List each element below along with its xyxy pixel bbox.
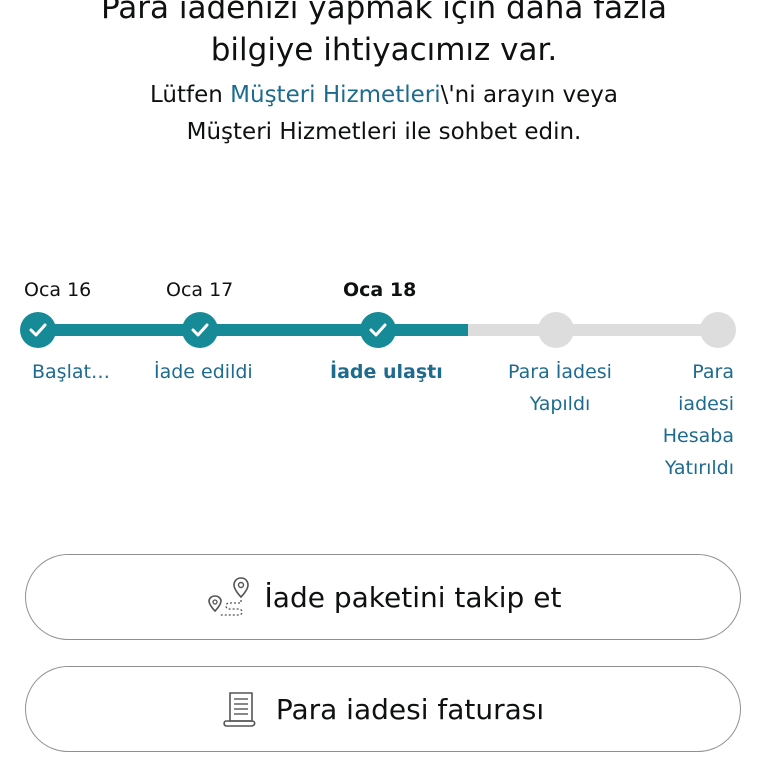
step-date-2: Oca 17 (166, 279, 234, 301)
refund-invoice-label: Para iadesi faturası (275, 692, 545, 726)
help-suffix: \'ni arayın veya (440, 82, 618, 108)
step-node-refund-deposited (700, 312, 736, 348)
checkmark-icon (191, 323, 209, 337)
step-label-arrived: İade ulaştı (330, 361, 443, 383)
step-label-started: Başlat… (32, 361, 110, 383)
checkmark-icon (369, 323, 387, 337)
help-text-line-2: Müşteri Hizmetleri ile sohbet edin. (186, 119, 582, 145)
progress-track-pending (468, 324, 718, 336)
refund-invoice-button-content: Para iadesi faturası (26, 667, 740, 751)
page-title-line-2: bilgiye ihtiyacımız var. (210, 32, 558, 68)
page-title-line-1: Para iadenizi yapmak için daha fazla (100, 0, 667, 26)
step-date-3: Oca 18 (343, 279, 417, 301)
step-label-refund-deposited-line: Yatırıldı (664, 457, 734, 479)
refund-invoice-button[interactable]: Para iadesi faturası (25, 666, 741, 752)
step-label-refund-issued: Para İadesi Yapıldı (498, 356, 622, 420)
step-date-1: Oca 16 (24, 279, 92, 301)
step-node-arrived (360, 312, 396, 348)
step-label-refund-deposited-line: Para (692, 361, 734, 383)
step-label-refund-issued-line: Yapıldı (529, 393, 591, 415)
step-label-refund-deposited-line: Hesaba (662, 425, 734, 447)
step-label-refund-deposited-line: iadesi (678, 393, 734, 415)
step-node-started (20, 312, 56, 348)
step-label-refund-issued-line: Para İadesi (508, 361, 612, 383)
progress-track-completed (38, 324, 468, 336)
help-prefix: Lütfen (150, 82, 231, 108)
receipt-icon (223, 692, 256, 727)
help-text-line-1: Lütfen Müşteri Hizmetleri\'ni arayın vey… (0, 77, 768, 114)
step-node-returned (182, 312, 218, 348)
customer-service-link[interactable]: Müşteri Hizmetleri (230, 82, 440, 108)
step-label-refund-deposited: Para iadesi Hesaba Yatırıldı (630, 356, 734, 484)
track-return-package-button[interactable]: İade paketini takip et (25, 554, 741, 640)
step-node-refund-issued (538, 312, 574, 348)
track-return-package-button-content: İade paketini takip et (26, 555, 740, 639)
checkmark-icon (29, 323, 47, 337)
route-map-pin-icon (207, 577, 249, 616)
track-return-package-label: İade paketini takip et (264, 580, 562, 614)
step-label-returned: İade edildi (154, 361, 253, 383)
